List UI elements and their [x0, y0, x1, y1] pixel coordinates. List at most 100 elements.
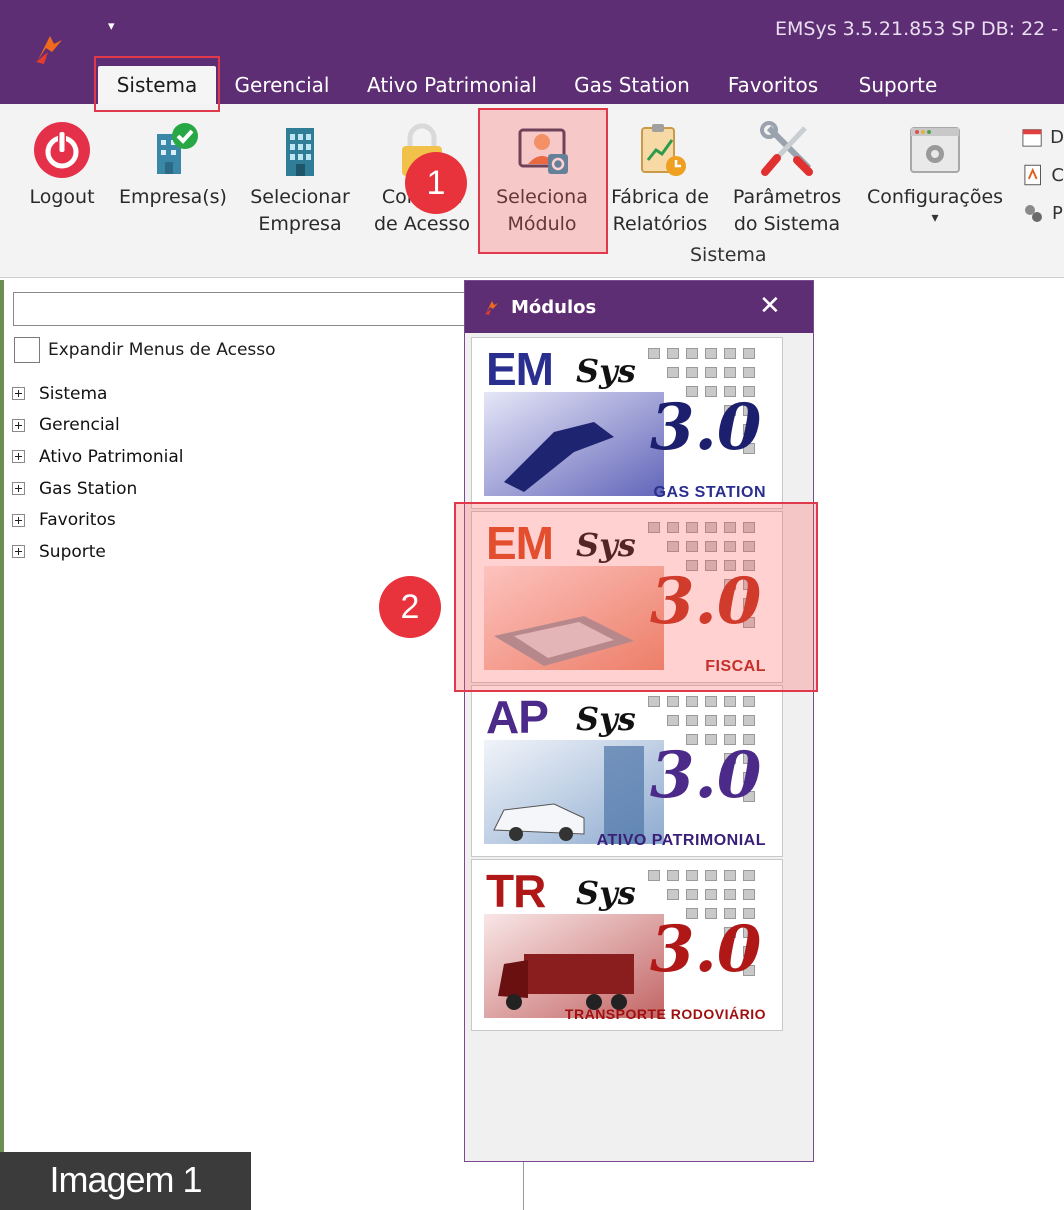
module-sys: Sys	[576, 352, 636, 390]
truck-icon	[484, 914, 664, 1018]
module-code: AP	[486, 691, 549, 743]
selecionar-empresa-button[interactable]: Selecionar Empresa	[248, 104, 352, 264]
close-icon[interactable]: ✕	[759, 293, 781, 319]
tab-ativo-patrimonial[interactable]: Ativo Patrimonial	[360, 66, 544, 104]
small-item-label-0: D	[1050, 126, 1064, 148]
expand-plus-icon[interactable]	[12, 387, 25, 401]
step-badge-2: 2	[379, 576, 441, 638]
fuel-nozzle-icon	[484, 392, 664, 496]
module-tile-gas-station[interactable]: EM Sys 3.0 GAS STATION	[471, 337, 783, 509]
module-tile-transporte-rodoviario[interactable]: TR Sys 3.0 TRANSPORTE RODOVIÁRIO	[471, 859, 783, 1031]
logout-label: Logout	[29, 186, 95, 208]
expand-menus-option[interactable]: Expandir Menus de Acesso	[14, 336, 276, 364]
tree-item-label: Gerencial	[39, 415, 120, 436]
decor-square	[743, 889, 755, 900]
menu-search-input[interactable]	[13, 292, 513, 326]
power-icon	[34, 122, 90, 178]
gears-icon	[1025, 205, 1042, 222]
module-code: TR	[486, 865, 546, 917]
company-check-icon	[157, 123, 198, 174]
tree-item-ativo-patrimonial[interactable]: Ativo Patrimonial	[12, 441, 183, 473]
expand-plus-icon[interactable]	[12, 482, 25, 496]
decor-square	[648, 696, 660, 707]
tree-item-label: Favoritos	[39, 510, 116, 531]
document-icon	[1024, 164, 1041, 186]
tree-item-label: Sistema	[39, 383, 108, 404]
module-tile-ativo-patrimonial[interactable]: AP Sys 3.0 ATIVO PATRIMONIAL	[471, 685, 783, 857]
parametros-sistema-button[interactable]: Parâmetros do Sistema	[728, 104, 846, 264]
decor-square	[686, 696, 698, 707]
expand-plus-icon[interactable]	[12, 545, 25, 559]
expand-plus-icon[interactable]	[12, 513, 25, 527]
decor-square	[743, 715, 755, 726]
decor-square	[648, 348, 660, 359]
small-item-label-1: C	[1051, 164, 1064, 186]
tab-gas-station[interactable]: Gas Station	[568, 66, 696, 104]
highlight-module-fiscal	[454, 502, 818, 692]
decor-square	[705, 870, 717, 881]
configuracoes-label: Configurações	[866, 186, 1004, 208]
highlight-seleciona-modulo	[478, 108, 608, 254]
decor-square	[705, 889, 717, 900]
tree-item-gas-station[interactable]: Gas Station	[12, 473, 183, 505]
small-item-gears[interactable]: P	[1022, 194, 1064, 232]
decor-square	[667, 715, 679, 726]
small-item-label-2: P	[1052, 202, 1063, 224]
expand-plus-icon[interactable]	[12, 450, 25, 464]
tree-item-label: Suporte	[39, 541, 106, 562]
quick-access-dropdown[interactable]: ▾	[108, 20, 115, 33]
decor-square	[686, 889, 698, 900]
expand-plus-icon[interactable]	[12, 418, 25, 432]
app-logo-icon[interactable]	[32, 30, 68, 66]
modules-title: Módulos	[511, 297, 597, 318]
decor-square	[667, 696, 679, 707]
decor-square	[667, 870, 679, 881]
fabrica-relatorios-button[interactable]: Fábrica de Relatórios	[606, 104, 714, 264]
logout-button[interactable]: Logout	[22, 104, 102, 264]
decor-square	[705, 367, 717, 378]
configuracoes-dropdown-arrow: ▾	[931, 210, 939, 226]
tree-item-sistema[interactable]: Sistema	[12, 378, 183, 410]
building-icon	[286, 128, 314, 176]
tab-favoritos[interactable]: Favoritos	[718, 66, 828, 104]
decor-square	[743, 348, 755, 359]
tree-item-gerencial[interactable]: Gerencial	[12, 410, 183, 442]
module-subtitle: ATIVO PATRIMONIAL	[596, 832, 766, 849]
decor-square	[667, 348, 679, 359]
module-code: EM	[486, 343, 554, 395]
image-caption: Imagem 1	[0, 1152, 251, 1210]
decor-square	[648, 870, 660, 881]
decor-square	[686, 367, 698, 378]
modules-header: Módulos ✕	[465, 281, 813, 333]
decor-square	[667, 367, 679, 378]
module-subtitle: GAS STATION	[653, 484, 766, 501]
calendar-icon	[1022, 129, 1042, 147]
expand-menus-checkbox[interactable]	[14, 337, 40, 363]
tree-item-favoritos[interactable]: Favoritos	[12, 504, 183, 536]
tab-suporte[interactable]: Suporte	[852, 66, 944, 104]
step-badge-1: 1	[405, 152, 467, 214]
module-version: 3.0	[650, 390, 762, 465]
empresas-label: Empresa(s)	[119, 186, 227, 208]
config-window-icon	[910, 127, 960, 173]
small-item-calendar[interactable]: D	[1022, 118, 1064, 156]
module-subtitle: TRANSPORTE RODOVIÁRIO	[564, 1006, 766, 1022]
decor-square	[686, 348, 698, 359]
decor-square	[743, 367, 755, 378]
tree-item-suporte[interactable]: Suporte	[12, 536, 183, 568]
tab-gerencial[interactable]: Gerencial	[226, 66, 338, 104]
fabrica-relatorios-label: Fábrica de Relatórios	[611, 186, 709, 235]
app-logo-icon	[485, 301, 498, 315]
menu-tree: Sistema Gerencial Ativo Patrimonial Gas …	[12, 378, 183, 568]
decor-square	[724, 715, 736, 726]
decor-square	[686, 870, 698, 881]
decor-square	[705, 696, 717, 707]
car-building-icon	[484, 740, 664, 844]
small-item-document[interactable]: C	[1022, 156, 1064, 194]
configuracoes-button[interactable]: Configurações ▾	[862, 104, 1008, 264]
empresas-button[interactable]: Empresa(s)	[118, 104, 228, 264]
decor-square	[743, 870, 755, 881]
module-version: 3.0	[650, 912, 762, 987]
ribbon-small-items: D C P	[1022, 118, 1064, 232]
ribbon-group-label: Sistema	[690, 244, 767, 266]
